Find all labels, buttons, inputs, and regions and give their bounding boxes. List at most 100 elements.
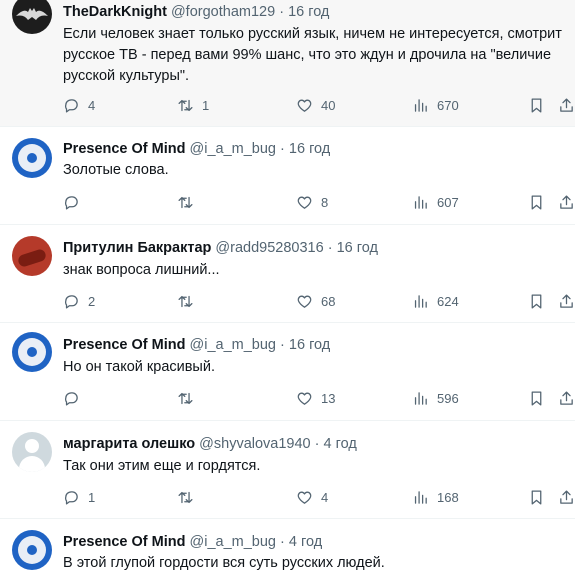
like-button[interactable]: 4 [296,487,328,507]
separator-dot: · [280,141,285,157]
tweet-card[interactable]: маргарита олешко @shyvalova1940 · 4 год … [0,421,575,519]
like-button[interactable]: 68 [296,291,335,311]
share-button[interactable] [558,192,575,212]
user-handle[interactable]: @i_a_m_bug [190,534,276,550]
action-bar: 1 4 168 [63,487,575,507]
share-icon [560,293,573,308]
tweet-card[interactable]: Presence Of Mind @i_a_m_bug · 4 год В эт… [0,519,575,584]
bookmark-button[interactable] [528,487,545,507]
share-button[interactable] [558,487,575,507]
tweet-text: Если человек знает только русский язык, … [63,24,571,87]
retweet-button[interactable] [177,291,202,311]
action-bar: 8 607 [63,192,575,212]
tweet-card[interactable]: Presence Of Mind @i_a_m_bug · 16 год Но … [0,323,575,421]
heart-icon [297,491,312,504]
timestamp[interactable]: 16 год [337,240,378,256]
tweet-text-line: русской культуры". [63,68,190,84]
views-button[interactable]: 670 [412,95,459,115]
bookmark-button[interactable] [528,95,545,115]
avatar[interactable] [12,530,52,570]
avatar[interactable] [12,0,52,34]
views-count: 670 [437,97,459,113]
timestamp[interactable]: 4 год [289,534,322,550]
timestamp[interactable]: 4 год [324,436,357,452]
like-count: 13 [321,390,336,406]
tweet-card[interactable]: TheDarkKnight @forgotham129 · 16 год Есл… [0,0,575,127]
avatar[interactable] [12,138,52,178]
retweet-button[interactable]: 1 [177,95,209,115]
views-count: 596 [437,390,459,406]
like-button[interactable]: 8 [296,192,328,212]
bookmark-icon [531,97,542,113]
display-name[interactable]: TheDarkKnight [63,4,167,20]
share-button[interactable] [558,388,575,408]
bookmark-button[interactable] [528,192,545,212]
like-count: 68 [321,293,336,309]
tweet-header: Presence Of Mind @i_a_m_bug · 16 год [63,140,567,158]
tweet-text: Но он такой красивый. [63,357,571,378]
retweet-icon [178,196,193,208]
avatar[interactable] [12,432,52,472]
reply-icon [65,294,78,309]
tweet-header: TheDarkKnight @forgotham129 · 16 год [63,3,567,21]
tweet-card[interactable]: Presence Of Mind @i_a_m_bug · 16 год Зол… [0,127,575,225]
like-button[interactable]: 40 [296,95,335,115]
views-button[interactable]: 607 [412,192,459,212]
timestamp[interactable]: 16 год [289,337,330,353]
heart-icon [297,99,312,112]
share-icon [560,97,573,112]
share-button[interactable] [558,95,575,115]
timestamp[interactable]: 16 год [289,141,330,157]
share-icon [560,194,573,209]
retweet-icon [178,491,193,503]
reply-icon [65,195,78,210]
display-name[interactable]: Presence Of Mind [63,534,185,550]
action-bar: 2 68 624 [63,291,575,311]
display-name[interactable]: Presence Of Mind [63,141,185,157]
user-handle[interactable]: @i_a_m_bug [190,337,276,353]
tweet-text-line: Так они этим еще и гордятся. [63,458,261,474]
avatar[interactable] [12,332,52,372]
avatar[interactable] [12,236,52,276]
user-handle[interactable]: @shyvalova1940 [199,436,310,452]
reply-button[interactable] [63,388,88,408]
separator-dot: · [279,4,285,20]
views-count: 168 [437,489,459,505]
like-count: 8 [321,194,329,210]
tweet-text-line: Если человек знает только русский язык, … [63,26,562,42]
action-bar: 13 596 [63,388,575,408]
reply-button[interactable]: 1 [63,487,95,507]
tweet-card[interactable]: Притулин Бакрактар @radd95280316 · 16 го… [0,225,575,323]
bookmark-button[interactable] [528,291,545,311]
user-handle[interactable]: @i_a_m_bug [190,141,276,157]
tweet-header: маргарита олешко @shyvalova1940 · 4 год [63,435,567,453]
views-count: 607 [437,194,459,210]
like-count: 40 [321,97,336,113]
tweet-text: Золотые слова. [63,160,571,181]
views-button[interactable]: 596 [412,388,459,408]
like-button[interactable]: 13 [296,388,335,408]
display-name[interactable]: Притулин Бакрактар [63,240,211,256]
views-button[interactable]: 168 [412,487,459,507]
reply-button[interactable]: 4 [63,95,95,115]
retweet-button[interactable] [177,388,202,408]
tweet-header: Presence Of Mind @i_a_m_bug · 16 год [63,336,567,354]
bookmark-button[interactable] [528,388,545,408]
display-name[interactable]: маргарита олешко [63,436,195,452]
share-button[interactable] [558,291,575,311]
user-handle[interactable]: @forgotham129 [171,4,275,20]
tweet-text-line: Золотые слова. [63,162,169,178]
reply-count: 1 [88,489,96,505]
retweet-button[interactable] [177,487,202,507]
reply-button[interactable] [63,192,88,212]
retweet-button[interactable] [177,192,202,212]
tweet-text: В этой глупой гордости вся суть русских … [63,553,571,574]
reply-icon [65,98,78,113]
views-icon [414,195,427,209]
reply-button[interactable]: 2 [63,291,95,311]
reply-count: 2 [88,293,96,309]
user-handle[interactable]: @radd95280316 [215,240,323,256]
views-button[interactable]: 624 [412,291,459,311]
display-name[interactable]: Presence Of Mind [63,337,185,353]
timestamp[interactable]: 16 год [288,4,329,20]
